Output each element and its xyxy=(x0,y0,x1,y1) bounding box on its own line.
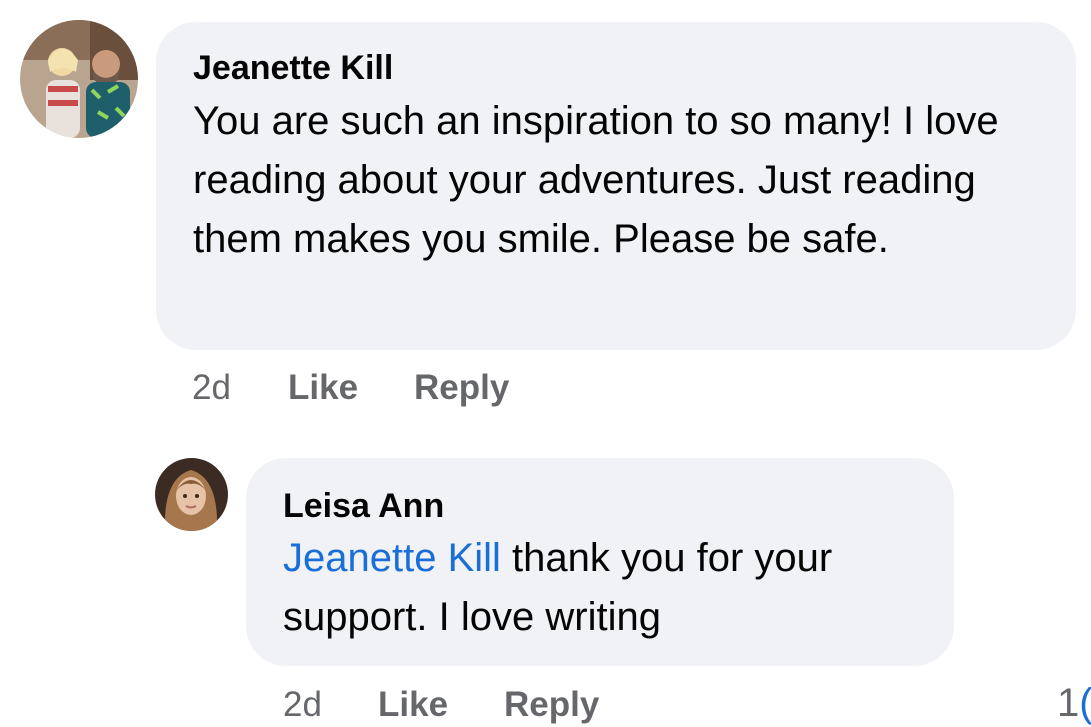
like-button[interactable]: Like xyxy=(288,368,414,408)
reaction-count[interactable]: 1( xyxy=(1057,681,1091,726)
avatar-photo xyxy=(155,458,228,531)
reply-actions: 2d Like Reply xyxy=(283,685,599,725)
reply-author-avatar[interactable] xyxy=(155,458,228,531)
commenter-avatar[interactable] xyxy=(20,20,138,138)
comment-bubble: Jeanette Kill You are such an inspiratio… xyxy=(156,22,1076,350)
comment-text: You are such an inspiration to so many! … xyxy=(193,99,999,261)
reply-text: Jeanette Kill thank you for your support… xyxy=(283,529,918,647)
reply-button[interactable]: Reply xyxy=(414,368,509,408)
comment-author[interactable]: Jeanette Kill xyxy=(193,48,1040,88)
reply-author[interactable]: Leisa Ann xyxy=(283,486,918,526)
comment-actions: 2d Like Reply xyxy=(192,368,509,408)
reply-button[interactable]: Reply xyxy=(504,685,599,725)
comment-timestamp[interactable]: 2d xyxy=(192,368,288,408)
comment-thread: Jeanette Kill You are such an inspiratio… xyxy=(0,0,1091,727)
like-button[interactable]: Like xyxy=(378,685,504,725)
reaction-icon: ( xyxy=(1079,681,1091,725)
reply-timestamp[interactable]: 2d xyxy=(283,685,378,725)
reply-bubble: Leisa Ann Jeanette Kill thank you for yo… xyxy=(246,458,954,666)
mention-link[interactable]: Jeanette Kill xyxy=(283,536,501,580)
reaction-count-number: 1 xyxy=(1057,681,1080,725)
avatar-photo xyxy=(20,20,138,138)
